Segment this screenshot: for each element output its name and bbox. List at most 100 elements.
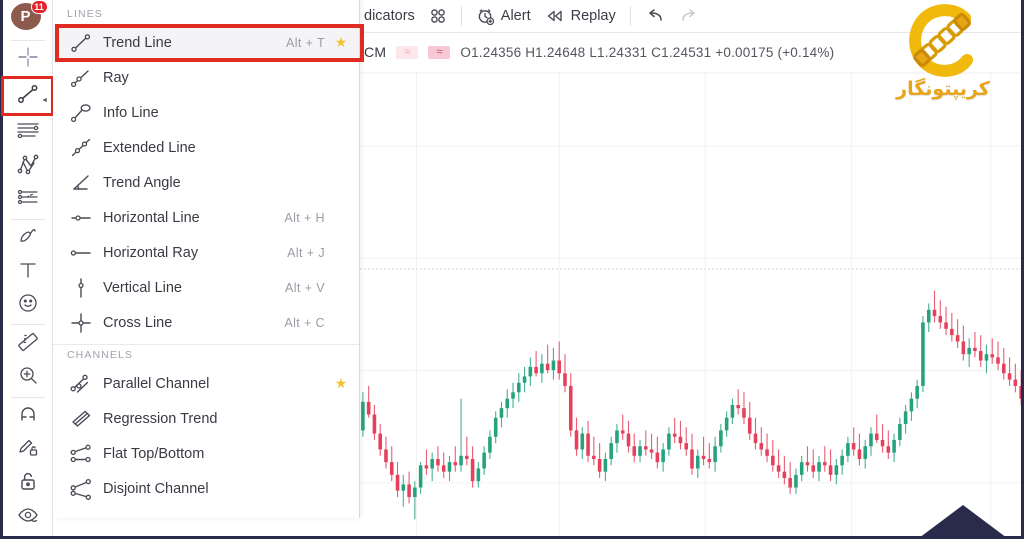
menu-item-trend-angle[interactable]: Trend Angle★ <box>53 165 359 200</box>
trend-angle-icon <box>67 172 95 194</box>
sidebar-item-magnet[interactable] <box>5 400 51 434</box>
candlestick-chart <box>360 71 1021 536</box>
redo-button[interactable] <box>679 0 699 33</box>
favorite-star-icon[interactable]: ★ <box>333 375 349 392</box>
sidebar-item-pitchfork[interactable] <box>5 150 51 184</box>
eye-icon <box>16 503 40 532</box>
menu-item-shortcut: Alt + T <box>285 35 325 50</box>
sidebar-divider-bottom <box>10 535 45 536</box>
brush-icon <box>16 224 40 253</box>
sidebar-item-lock-drawings[interactable] <box>5 467 51 501</box>
fib-retracement-icon <box>15 118 41 147</box>
padlock-icon <box>16 469 40 498</box>
sidebar-item-trend-line[interactable]: ◄ <box>1 76 54 116</box>
extended-line-icon <box>67 137 95 159</box>
replay-label: Replay <box>570 8 616 24</box>
menu-item-label: Horizontal Line <box>103 209 200 226</box>
undo-button[interactable] <box>645 0 665 33</box>
magnet-icon <box>16 402 40 431</box>
menu-section-header: CHANNELS <box>67 349 133 361</box>
trend-line-icon <box>15 82 41 111</box>
pencil-lock-icon <box>16 435 40 464</box>
sidebar-divider-1 <box>10 218 45 220</box>
trend-line-icon <box>67 32 95 54</box>
ruler-icon <box>16 330 40 359</box>
sidebar-item-text[interactable] <box>5 255 51 289</box>
menu-item-trend-line[interactable]: Trend Line Alt + T ★ <box>53 25 359 60</box>
magnifier-plus-icon <box>16 363 40 392</box>
menu-item-extended-line[interactable]: Extended Line★ <box>53 130 359 165</box>
menu-item-shortcut: Alt + C <box>284 315 325 330</box>
bottom-chevron-decoration <box>915 505 1011 536</box>
menu-section-header: LINES <box>67 8 103 20</box>
ohlc-values: O1.24356 H1.24648 L1.24331 C1.24531 +0.0… <box>460 44 835 60</box>
symbol-name[interactable]: CM <box>364 44 386 60</box>
gann-box-icon <box>15 185 41 214</box>
menu-item-parallel-channel[interactable]: Parallel Channel ★ <box>53 366 359 401</box>
flat-top-bottom-icon <box>67 443 95 465</box>
menu-item-vertical-line[interactable]: Vertical LineAlt + V★ <box>53 270 359 305</box>
menu-item-label: Disjoint Channel <box>103 480 209 497</box>
layout-button[interactable] <box>429 0 447 33</box>
drawing-tools-sidebar: P 11 ◄ <box>0 0 54 536</box>
sidebar-divider-2 <box>10 324 45 326</box>
sidebar-item-emoji[interactable] <box>5 289 51 323</box>
menu-item-shortcut: Alt + J <box>287 245 325 260</box>
text-t-icon <box>16 258 40 287</box>
chevron-up-shape-icon <box>921 505 1005 536</box>
menu-item-regression-trend[interactable]: Regression Trend★ <box>53 401 359 436</box>
menu-item-label: Horizontal Ray <box>103 244 199 261</box>
menu-item-horizontal-ray[interactable]: Horizontal RayAlt + J★ <box>53 235 359 270</box>
user-avatar-wrapper[interactable]: P 11 <box>10 0 48 32</box>
menu-item-flat-top-bottom[interactable]: Flat Top/Bottom★ <box>53 436 359 471</box>
undo-arrow-icon <box>645 8 665 24</box>
sidebar-item-gann-box[interactable] <box>5 183 51 217</box>
tradingview-chart-window: dicators Alert Replay CM ≈ ≈ O1.24356 H1… <box>0 0 1024 539</box>
replay-button[interactable]: Replay <box>545 0 616 33</box>
menu-item-label: Extended Line <box>103 139 196 156</box>
lines-tools-flyout-menu: LINESTrend LineAlt + T★Ray★Info Line★Ext… <box>53 0 360 518</box>
alert-button[interactable]: Alert <box>476 0 531 33</box>
chart-plot-area[interactable] <box>360 71 1021 536</box>
horizontal-ray-icon <box>67 242 95 264</box>
cross-line-icon <box>67 312 95 334</box>
menu-item-label: Parallel Channel <box>103 375 210 392</box>
menu-item-ray[interactable]: Ray★ <box>53 60 359 95</box>
indicators-label: dicators <box>364 8 415 24</box>
sidebar-divider-top <box>10 39 45 41</box>
sidebar-item-drawing-mode[interactable] <box>5 433 51 467</box>
smiley-icon <box>16 291 40 320</box>
menu-item-horizontal-line[interactable]: Horizontal LineAlt + H★ <box>53 200 359 235</box>
menu-item-label: Ray <box>103 69 129 86</box>
menu-item-label: Trend Angle <box>103 174 181 191</box>
chevron-right-icon[interactable]: ◄ <box>41 97 48 104</box>
notification-badge[interactable]: 11 <box>30 0 48 14</box>
disjoint-channel-icon <box>67 478 95 500</box>
favorite-star-icon[interactable]: ★ <box>333 34 349 51</box>
menu-item-disjoint-channel[interactable]: Disjoint Channel★ <box>53 471 359 506</box>
flyout-body: LINESTrend LineAlt + T★Ray★Info Line★Ext… <box>53 4 359 506</box>
sidebar-item-fib-retracement[interactable] <box>5 116 51 150</box>
redo-arrow-icon <box>679 8 699 24</box>
sidebar-item-brush[interactable] <box>5 222 51 256</box>
menu-item-cross-line[interactable]: Cross LineAlt + C★ <box>53 305 359 340</box>
parallel-channel-icon <box>67 373 95 395</box>
pitchfork-icon <box>15 152 41 181</box>
menu-item-shortcut: Alt + H <box>284 210 325 225</box>
ray-icon <box>67 67 95 89</box>
indicators-button[interactable]: dicators <box>364 0 415 33</box>
series-style-pale-icon[interactable]: ≈ <box>396 45 419 59</box>
regression-trend-icon <box>67 408 95 430</box>
sidebar-item-zoom[interactable] <box>5 361 51 395</box>
grid-layout-icon <box>429 7 447 25</box>
toolbar-divider-2 <box>629 6 631 26</box>
sidebar-item-hide-drawings[interactable] <box>5 500 51 534</box>
alert-label: Alert <box>500 8 531 24</box>
menu-item-info-line[interactable]: Info Line★ <box>53 95 359 130</box>
sidebar-item-crosshair[interactable] <box>5 43 51 77</box>
sidebar-item-measure[interactable] <box>5 327 51 361</box>
series-style-pink-icon[interactable]: ≈ <box>428 45 451 59</box>
vertical-line-icon <box>67 277 95 299</box>
alarm-clock-icon <box>476 7 495 26</box>
sidebar-divider-3 <box>10 396 45 398</box>
